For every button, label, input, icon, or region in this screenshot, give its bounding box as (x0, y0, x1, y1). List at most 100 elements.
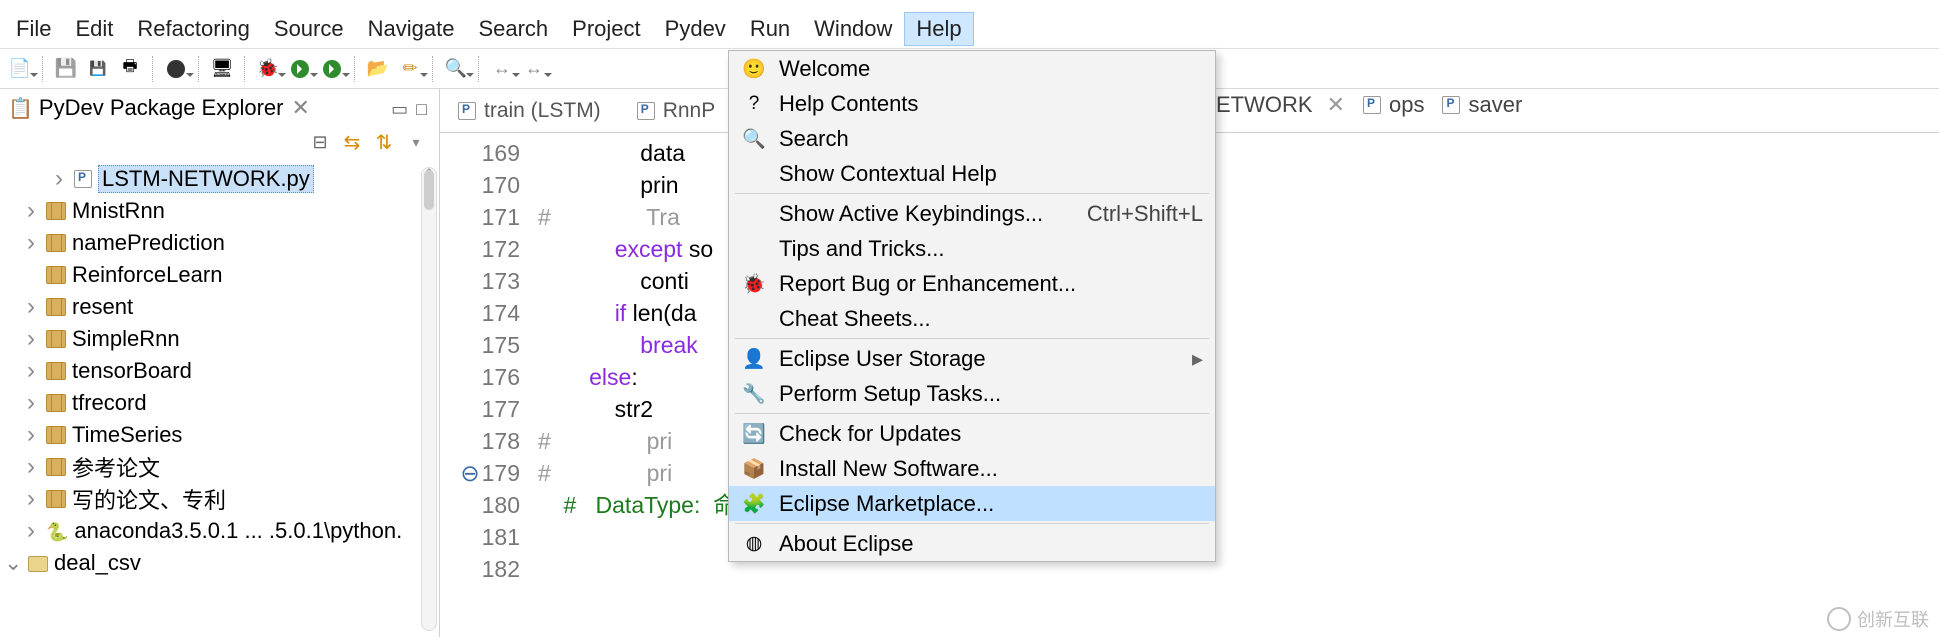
new-button[interactable] (6, 55, 34, 83)
menu-item[interactable]: ?Help Contents (729, 86, 1215, 121)
tree-item-label: ReinforceLearn (72, 262, 222, 288)
profile-button[interactable] (162, 55, 190, 83)
expand-arrow-icon[interactable] (22, 293, 40, 321)
menu-project[interactable]: Project (560, 12, 652, 46)
menu-item[interactable]: Show Contextual Help (729, 156, 1215, 191)
folder-icon (367, 58, 389, 79)
tree-item[interactable]: namePrediction (4, 227, 439, 259)
editor-tab[interactable]: ETWORK✕ (1216, 92, 1345, 118)
menu-item[interactable]: 🔍Search (729, 121, 1215, 156)
tree-item[interactable]: ReinforceLearn (4, 259, 439, 291)
wand-button[interactable] (396, 55, 424, 83)
tree-item[interactable]: tfrecord (4, 387, 439, 419)
screen-button[interactable] (208, 55, 236, 83)
menu-item-label: Eclipse Marketplace... (779, 491, 1203, 517)
editor-tab[interactable]: train (LSTM) (440, 89, 619, 133)
menu-item-label: Cheat Sheets... (779, 306, 1203, 332)
link-editor-button[interactable] (339, 129, 365, 155)
menu-file[interactable]: File (4, 12, 63, 46)
expand-arrow-icon[interactable] (22, 517, 40, 545)
editor-tabs-overflow: ETWORK✕ ops saver (1216, 92, 1522, 118)
tree-item[interactable]: TimeSeries (4, 419, 439, 451)
nav-back-button[interactable] (488, 55, 516, 83)
pkg-icon (46, 490, 66, 508)
menu-item[interactable]: 👤Eclipse User Storage▸ (729, 341, 1215, 376)
tree-item[interactable]: SimpleRnn (4, 323, 439, 355)
menu-refactoring[interactable]: Refactoring (125, 12, 262, 46)
expand-arrow-icon[interactable] (50, 165, 68, 193)
menu-separator (735, 193, 1209, 194)
menu-run[interactable]: Run (738, 12, 802, 46)
tree-item-label: anaconda3.5.0.1 ... .5.0.1\python. (74, 518, 402, 544)
folder-icon (28, 556, 48, 572)
expand-arrow-icon[interactable] (22, 357, 40, 385)
menu-item[interactable]: Cheat Sheets... (729, 301, 1215, 336)
menu-edit[interactable]: Edit (63, 12, 125, 46)
menu-navigate[interactable]: Navigate (356, 12, 467, 46)
tree-item[interactable]: LSTM-NETWORK.py (4, 163, 439, 195)
toolbar-separator (244, 56, 246, 82)
menu-item[interactable]: Tips and Tricks... (729, 231, 1215, 266)
menu-search[interactable]: Search (466, 12, 560, 46)
sort-button[interactable] (371, 129, 397, 155)
tree-scrollbar[interactable] (421, 167, 437, 631)
run-button[interactable] (286, 55, 314, 83)
expand-arrow-icon[interactable] (22, 325, 40, 353)
nav-fwd-button[interactable] (520, 55, 548, 83)
collapse-all-button[interactable] (307, 129, 333, 155)
tree-item[interactable]: deal_csv (4, 547, 439, 579)
debug-button[interactable] (254, 55, 282, 83)
tree-item[interactable]: tensorBoard (4, 355, 439, 387)
menu-item[interactable]: Show Active Keybindings...Ctrl+Shift+L (729, 196, 1215, 231)
tree-item[interactable]: 参考论文 (4, 451, 439, 483)
expand-arrow-icon[interactable] (22, 453, 40, 481)
menu-window[interactable]: Window (802, 12, 904, 46)
wand-icon (402, 58, 417, 79)
menu-item[interactable]: 🙂Welcome (729, 51, 1215, 86)
expand-arrow-icon[interactable] (4, 550, 22, 576)
line-number: 175 (440, 329, 520, 361)
menu-item[interactable]: 🐞Report Bug or Enhancement... (729, 266, 1215, 301)
print-button[interactable]: 🖶 (116, 55, 144, 83)
minimize-view-button[interactable] (387, 95, 412, 121)
scrollbar-thumb[interactable] (424, 170, 434, 210)
save-all-button[interactable] (84, 55, 112, 83)
editor-tab[interactable]: ops (1363, 92, 1424, 118)
toolbar-separator (354, 56, 356, 82)
menu-item[interactable]: 🔧Perform Setup Tasks... (729, 376, 1215, 411)
package-tree[interactable]: LSTM-NETWORK.pyMnistRnnnamePrediction Rei… (0, 161, 439, 637)
expand-arrow-icon[interactable] (22, 421, 40, 449)
expand-arrow-icon[interactable] (22, 197, 40, 225)
tree-item[interactable]: MnistRnn (4, 195, 439, 227)
tree-item-label: 参考论文 (72, 451, 160, 483)
menu-item[interactable]: ◍About Eclipse (729, 526, 1215, 561)
tree-item[interactable]: resent (4, 291, 439, 323)
menu-separator (735, 523, 1209, 524)
search-button[interactable] (442, 55, 470, 83)
view-menu-button[interactable] (403, 129, 429, 155)
expand-arrow-icon[interactable] (22, 389, 40, 417)
menu-item[interactable]: 📦Install New Software... (729, 451, 1215, 486)
menu-source[interactable]: Source (262, 12, 356, 46)
tab-label: saver (1468, 92, 1522, 118)
menu-pydev[interactable]: Pydev (653, 12, 738, 46)
menu-help[interactable]: Help (904, 12, 973, 46)
menu-bar: FileEditRefactoringSourceNavigateSearchP… (0, 10, 1939, 49)
editor-tab[interactable]: saver (1442, 92, 1522, 118)
close-tab-button[interactable]: ✕ (1327, 92, 1345, 118)
editor-tab[interactable]: RnnP (619, 89, 734, 133)
run-ext-button[interactable] (318, 55, 346, 83)
save-button[interactable] (52, 55, 80, 83)
snake-icon (46, 518, 68, 544)
submenu-arrow-icon: ▸ (1192, 346, 1203, 372)
close-view-button[interactable]: ✕ (291, 95, 309, 121)
menu-item[interactable]: 🧩Eclipse Marketplace... (729, 486, 1215, 521)
menu-item[interactable]: 🔄Check for Updates (729, 416, 1215, 451)
expand-arrow-icon[interactable] (22, 229, 40, 257)
tree-item[interactable]: 写的论文、专利 (4, 483, 439, 515)
expand-arrow-icon[interactable] (22, 485, 40, 513)
open-folder-button[interactable] (364, 55, 392, 83)
maximize-view-button[interactable] (412, 95, 431, 121)
pkg-icon (46, 426, 66, 444)
tree-item[interactable]: anaconda3.5.0.1 ... .5.0.1\python. (4, 515, 439, 547)
